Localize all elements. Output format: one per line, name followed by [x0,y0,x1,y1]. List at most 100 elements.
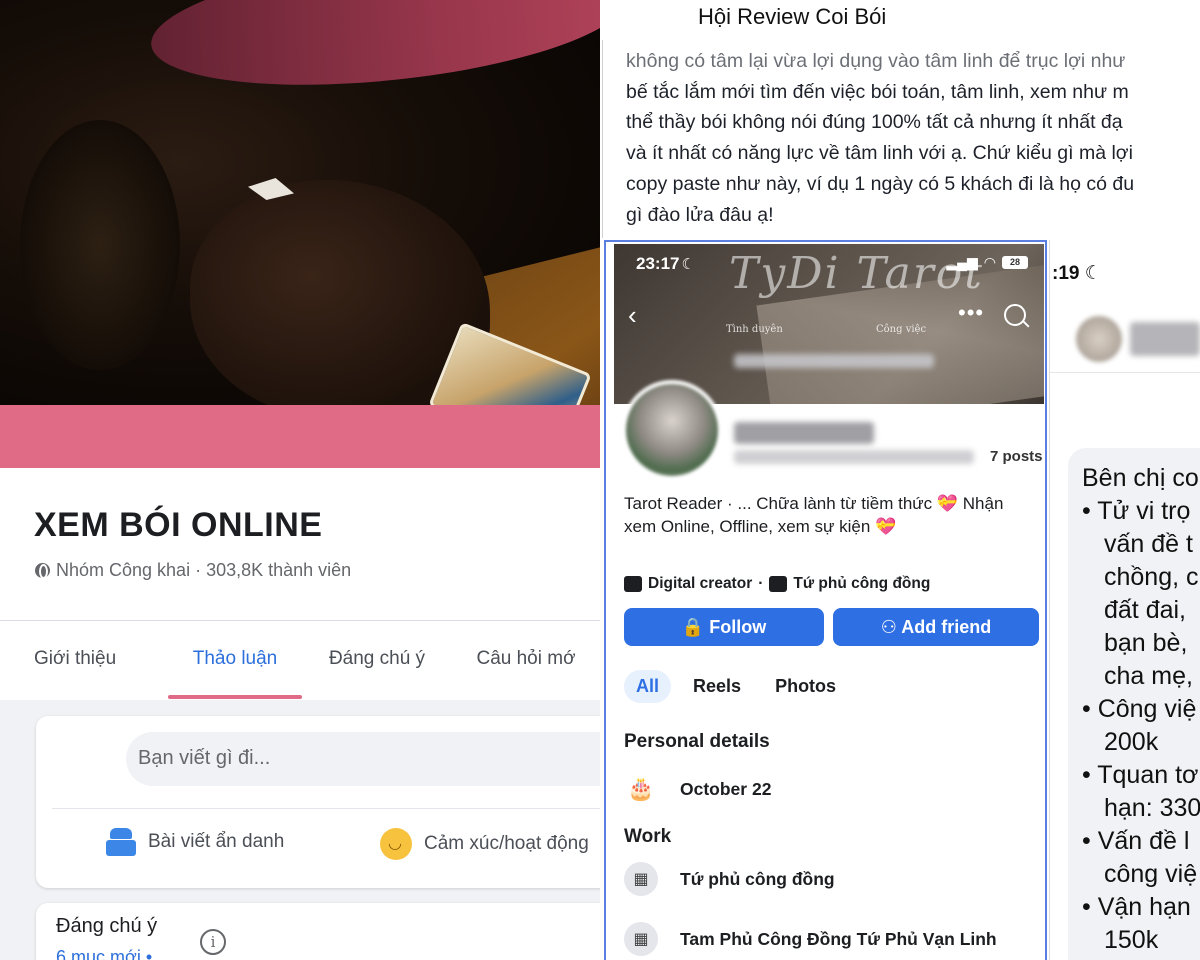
message-line: cha mẹ, [1104,662,1193,690]
battery-icon: 28 [1002,256,1028,269]
group-name[interactable]: XEM BÓI ONLINE [34,506,322,545]
tab-reels[interactable]: Reels [681,670,753,703]
featured-title: Đáng chú ý [56,915,158,937]
work-row[interactable]: ▦ Tam Phủ Công Đồng Tứ Phủ Vạn Linh [624,922,997,956]
avatar[interactable] [622,380,722,480]
post-composer: Bạn viết gì đi... Bài viết ẩn danh Cảm x… [36,716,600,888]
building-icon [769,576,788,592]
moon-icon: ☾ [681,256,695,273]
message-line: • Tquan tơ [1082,761,1199,789]
cake-icon: 🎂 [627,776,655,801]
tab-all[interactable]: All [624,670,672,703]
tab-featured[interactable]: Đáng chú ý [302,621,452,699]
cover-color-band [0,405,600,468]
tab-photos[interactable]: Photos [763,670,848,703]
tab-questions[interactable]: Câu hỏi mớ [452,621,600,699]
post-text: không có tâm lại vừa lợi dụng vào tâm li… [626,46,1134,230]
message-line: • Tử vi trọ [1082,497,1191,525]
post-group-title[interactable]: Hội Review Coi Bói [698,4,886,30]
profile-category: Digital creator · Tứ phủ công đồng [624,575,930,593]
feeling-activity-button[interactable]: Cảm xúc/hoạt động [380,828,589,860]
profile-tabs: All Reels Photos [624,670,848,703]
group-cover-photo [0,0,600,405]
post-line: không có tâm lại vừa lợi dụng vào tâm li… [626,50,1126,72]
review-post: Hội Review Coi Bói không có tâm lại vừa … [602,0,1200,960]
feeling-activity-label: Cảm xúc/hoạt động [424,833,589,854]
status-bar-time: 23:17 ☾ [636,254,695,273]
message-line: Bên chị co [1082,464,1199,492]
blurred-chat-name [1130,322,1200,356]
smiley-icon [380,828,412,860]
group-meta: Nhóm Công khai · 303,8K thành viên [35,560,351,581]
posts-count[interactable]: 7 posts [990,448,1043,465]
message-line: công việ [1104,860,1198,888]
post-line: bế tắc lắm mới tìm đến việc bói toán, tâ… [626,80,1129,103]
message-line: 200k [1104,728,1159,756]
follow-button[interactable]: 🔒 Follow [624,608,824,646]
post-line: thể thầy bói không nói đúng 100% tất cả … [626,111,1123,134]
moon-icon: ☾ [1084,263,1102,284]
blurred-profile-name [734,422,874,444]
birthday-row: 🎂 October 22 [624,772,771,806]
work-title: Work [624,826,672,847]
message-line: vấn đề t [1104,530,1193,558]
wifi-icon: ◠ [983,254,996,270]
avatar [1076,316,1122,362]
creator-icon [624,576,642,592]
post-line: gì đào lửa đâu ạ! [626,203,774,226]
embedded-profile-screenshot[interactable]: 23:17 ☾ TyDi Tarot ▂▄▆ ◠ 28 ‹ ••• Tình du… [604,240,1047,960]
divider [52,808,600,809]
tab-discussion[interactable]: Thảo luận [168,621,302,699]
info-icon[interactable]: i [200,929,226,955]
cover-caption: Tình duyên [726,324,783,335]
post-body: không có tâm lại vừa lợi dụng vào tâm li… [602,40,1200,238]
back-arrow-icon[interactable]: ‹ [628,300,637,331]
anonymous-post-label: Bài viết ẩn danh [148,831,285,852]
work-value: Tam Phủ Công Đồng Tứ Phủ Vạn Linh [680,928,997,949]
message-line: đất đai, [1104,596,1187,624]
group-meta-text[interactable]: Nhóm Công khai · 303,8K thành viên [56,560,351,581]
group-tabs: Giới thiệu Thảo luận Đáng chú ý Câu hỏi … [0,621,600,699]
embedded-chat-screenshot[interactable]: :19 ☾ Bên chị co • Tử vi trọ vấn đề t ch… [1049,240,1200,960]
work-row[interactable]: ▦ Tứ phủ công đồng [624,862,835,896]
message-text: Bên chị co • Tử vi trọ vấn đề t chồng, c… [1082,462,1200,957]
message-line: 150k [1104,926,1159,954]
message-line: • Vấn đề l [1082,827,1190,855]
message-line: • Vận hạn [1082,893,1191,921]
featured-new-count[interactable]: 6 mục mới • [56,947,152,960]
cover-caption: Công việc [876,324,927,335]
building-icon: ▦ [624,922,658,956]
message-line: • Công việ [1082,695,1197,723]
cover-shadow-shape [20,120,180,370]
blurred-profile-stats [734,450,974,464]
post-line: copy paste như này, ví dụ 1 ngày có 5 kh… [626,172,1135,195]
composer-input[interactable]: Bạn viết gì đi... [126,732,600,786]
message-line: hạn: 330 [1104,794,1200,822]
globe-icon [35,563,50,579]
status-bar-icons: ▂▄▆ ◠ 28 [946,254,1028,271]
building-icon: ▦ [624,862,658,896]
anonymous-post-button[interactable]: Bài viết ẩn danh [106,828,284,856]
divider [1050,372,1200,373]
message-line: chồng, c [1104,563,1199,591]
signal-icon: ▂▄▆ [946,254,978,270]
group-info-section: XEM BÓI ONLINE Nhóm Công khai · 303,8K t… [0,468,600,700]
incognito-icon [106,828,136,856]
category-label: Digital creator [648,575,753,592]
status-bar-time: :19 ☾ [1052,263,1102,284]
birthday-value: October 22 [680,778,772,799]
message-line: bạn bè, [1104,629,1188,657]
workplace-label: Tứ phủ công đồng [793,575,931,592]
profile-bio: Tarot Reader · ... Chữa lành từ tiềm thứ… [624,494,1004,536]
tab-about[interactable]: Giới thiệu [0,621,168,699]
category-separator: · [758,575,764,592]
cover-cloth-shape [145,0,600,105]
post-header: Hội Review Coi Bói [602,0,1200,38]
featured-card[interactable]: Đáng chú ý 6 mục mới • i [36,903,600,960]
more-icon[interactable]: ••• [958,300,984,326]
add-friend-button[interactable]: ⚇ Add friend [833,608,1039,646]
search-icon[interactable] [1004,304,1026,326]
group-page: XEM BÓI ONLINE Nhóm Công khai · 303,8K t… [0,0,600,960]
personal-details-title: Personal details [624,731,770,752]
work-value: Tứ phủ công đồng [680,868,835,889]
